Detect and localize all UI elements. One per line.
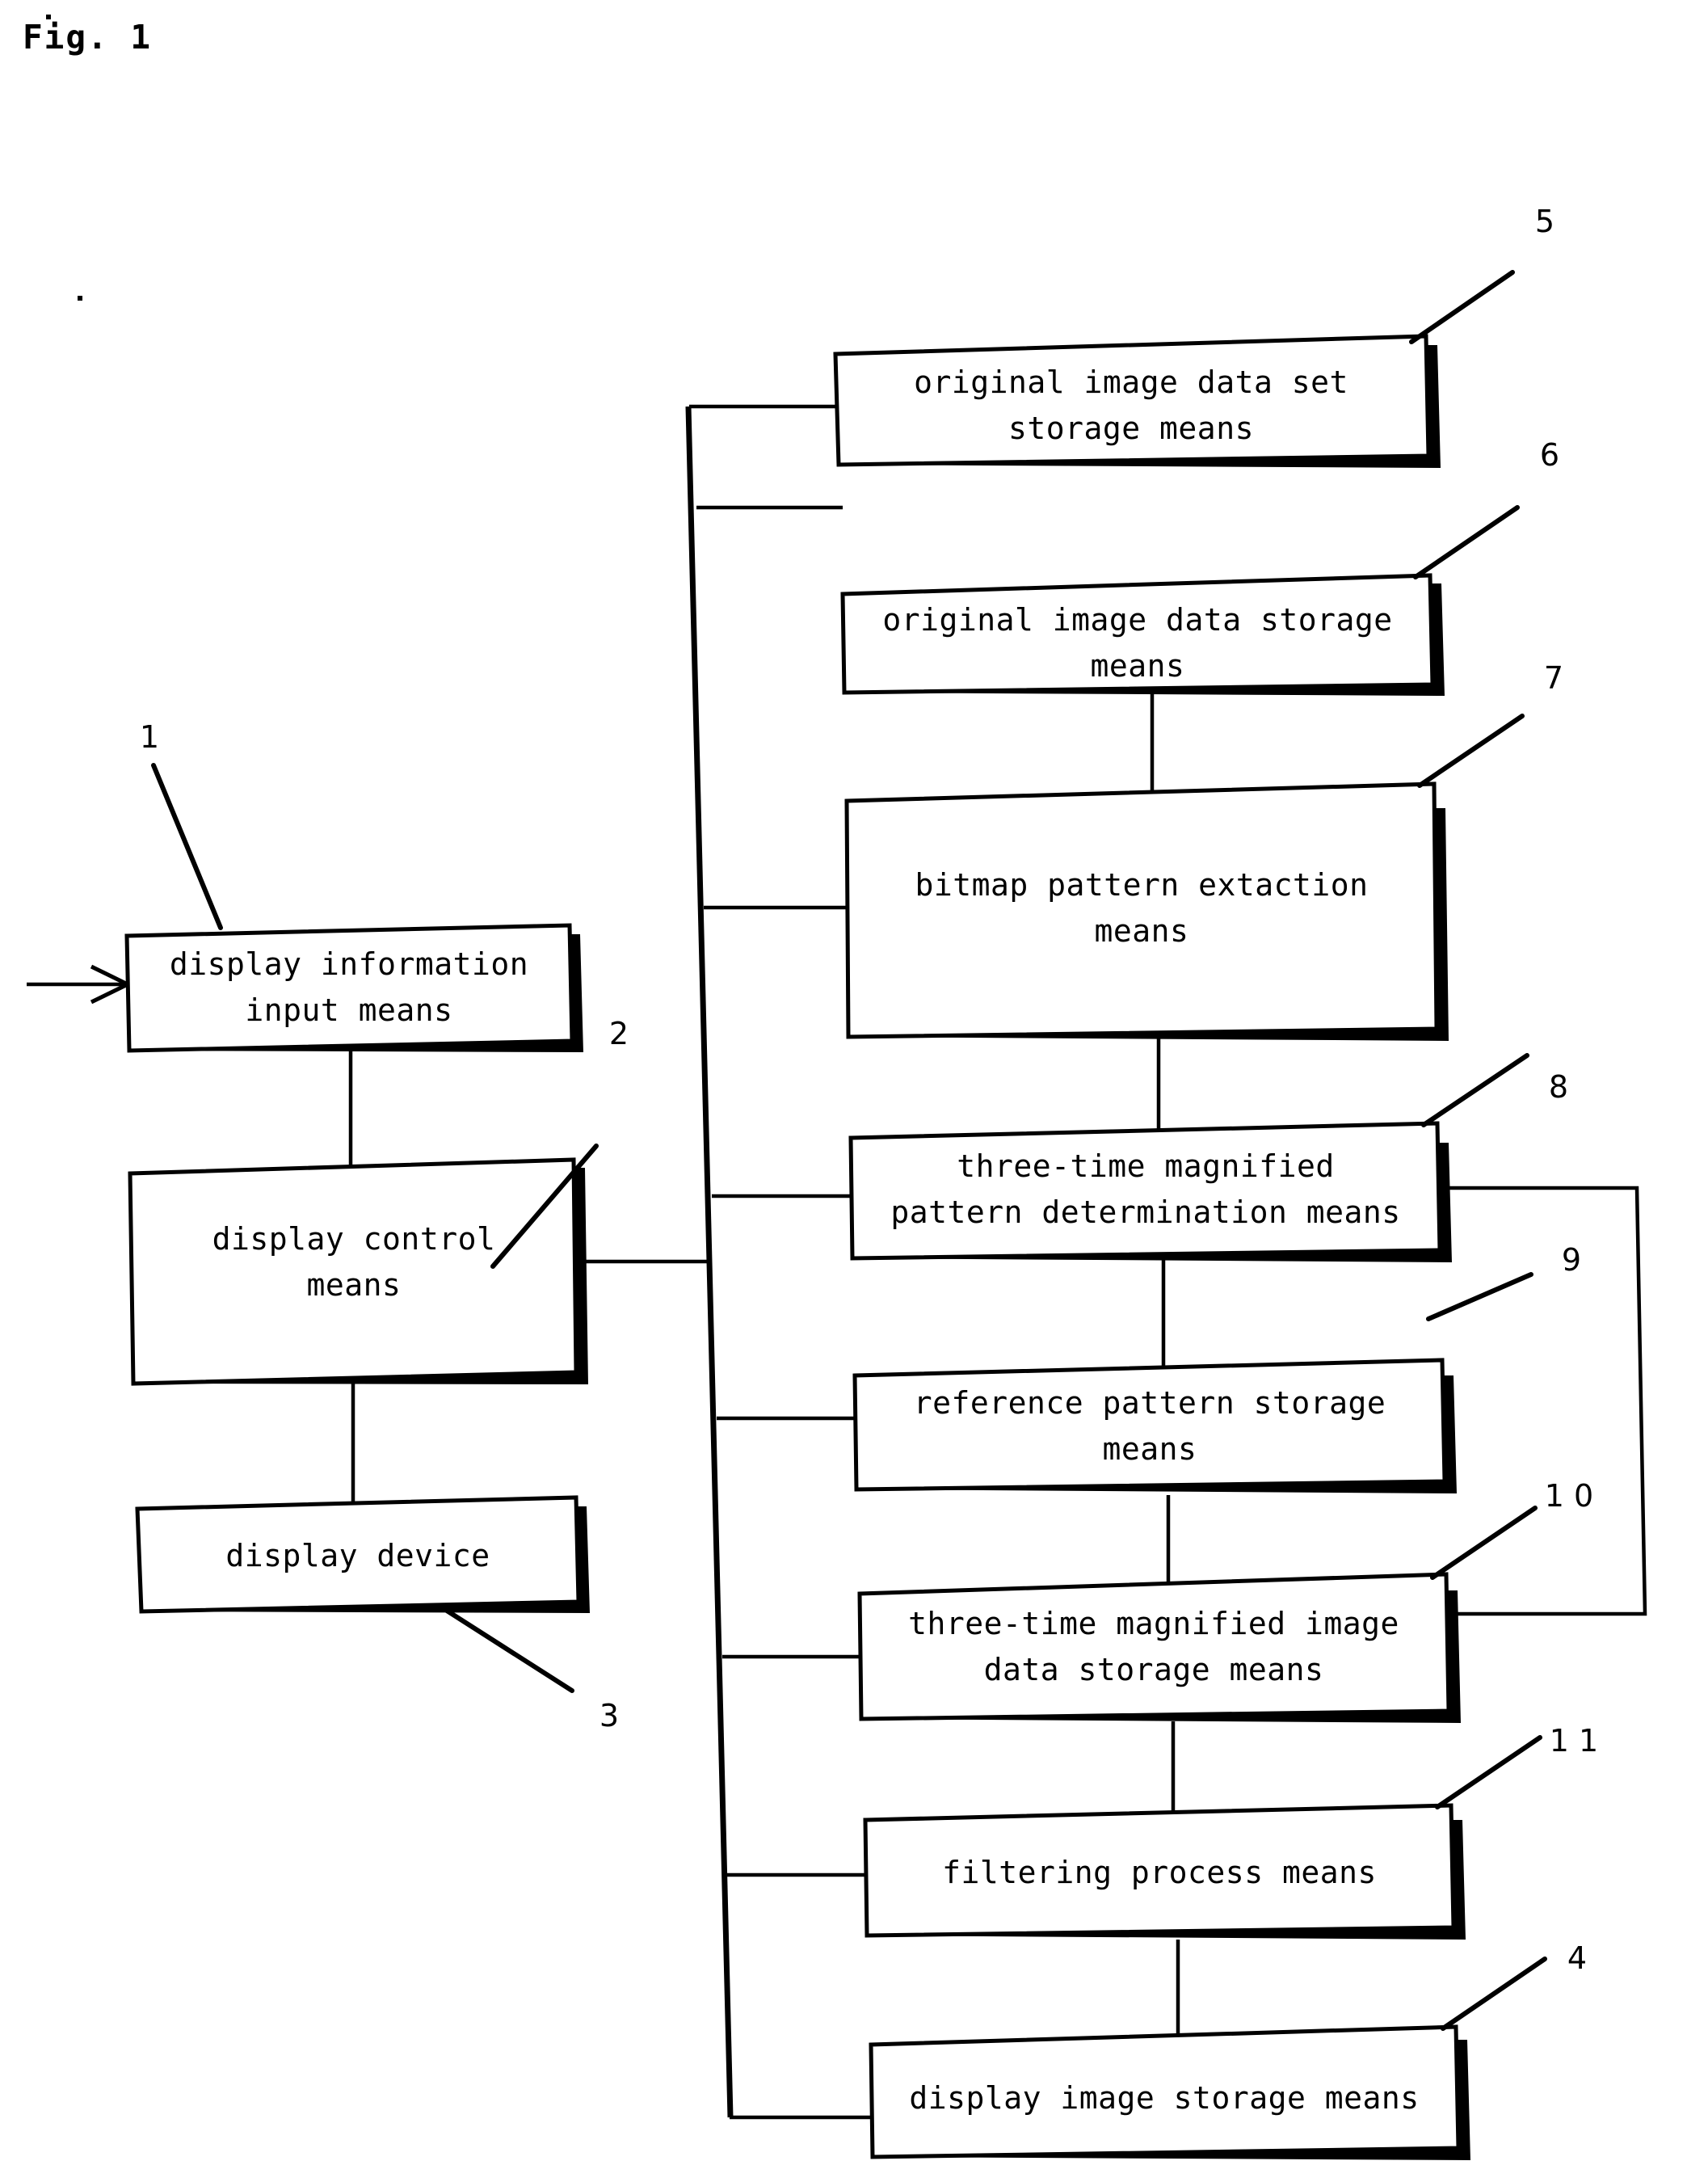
reference-numeral-4: 4 xyxy=(1567,1940,1587,1976)
block-label-line-2: means xyxy=(1103,1431,1197,1467)
reference-numeral-1: 1 xyxy=(140,719,159,755)
block-label-line-1: display control xyxy=(212,1221,496,1257)
reference-numeral-8: 8 xyxy=(1549,1069,1568,1105)
block-label-line-1: original image data storage xyxy=(882,602,1392,638)
reference-numeral-11: 1 1 xyxy=(1550,1723,1598,1759)
reference-numeral-10: 1 0 xyxy=(1545,1478,1593,1514)
block-label-line-1: display device xyxy=(225,1538,490,1573)
reference-numeral-2: 2 xyxy=(609,1016,629,1051)
block-filtering-process-means[interactable]: filtering process means xyxy=(863,1803,1466,1940)
leader-line-10 xyxy=(1430,1506,1538,1580)
block-fill xyxy=(855,1360,1445,1489)
block-label-line-2: means xyxy=(1095,913,1189,949)
block-three-time-magnified-image-data-storage-means[interactable]: three-time magnified image data storage … xyxy=(857,1572,1461,1723)
reference-numeral-3: 3 xyxy=(599,1698,619,1733)
block-label-line-1: reference pattern storage xyxy=(914,1385,1386,1421)
block-label-line-2: means xyxy=(307,1267,402,1303)
block-fill xyxy=(851,1123,1440,1258)
block-label-line-1: display image storage means xyxy=(909,2080,1419,2116)
figure-diagram-canvas: Fig. 1 display information input means d… xyxy=(23,15,1647,2160)
leader-line-11 xyxy=(1435,1735,1542,1809)
block-label-line-1: three-time magnified xyxy=(957,1148,1335,1184)
block-fill xyxy=(847,784,1437,1037)
block-fill xyxy=(127,925,572,1051)
leader-line-6 xyxy=(1413,505,1520,579)
block-bitmap-pattern-extaction-means[interactable]: bitmap pattern extaction means xyxy=(844,781,1449,1041)
block-display-device[interactable]: display device xyxy=(135,1495,590,1614)
block-label-line-2: input means xyxy=(245,992,452,1028)
reference-numeral-6: 6 xyxy=(1540,437,1559,473)
leader-line-4 xyxy=(1441,1957,1547,2031)
block-display-control-means[interactable]: display control means xyxy=(128,1157,588,1386)
block-fill xyxy=(860,1574,1449,1719)
block-display-image-storage-means[interactable]: display image storage means xyxy=(869,2024,1470,2160)
block-label-line-2: data storage means xyxy=(984,1652,1324,1687)
reference-numeral-5: 5 xyxy=(1535,204,1554,239)
block-label-line-2: pattern determination means xyxy=(890,1194,1400,1230)
reference-numeral-7: 7 xyxy=(1544,660,1563,696)
block-original-image-data-set-storage-means[interactable]: original image data set storage means xyxy=(833,334,1441,468)
block-display-information-input-means[interactable]: display information input means xyxy=(124,923,583,1053)
block-label-line-1: display information xyxy=(170,946,528,982)
leader-line-9 xyxy=(1426,1272,1533,1321)
figure-title: Fig. 1 xyxy=(23,18,152,57)
leader-line-8 xyxy=(1421,1053,1529,1127)
block-label-line-1: three-time magnified image xyxy=(908,1606,1399,1641)
leader-line-3 xyxy=(444,1608,574,1693)
block-label-line-2: means xyxy=(1091,648,1185,684)
leader-line-1 xyxy=(151,763,223,930)
block-label-line-1: filtering process means xyxy=(942,1855,1377,1890)
patent-figure-page: Fig. 1 display information input means d… xyxy=(0,0,1708,2182)
reference-numeral-9: 9 xyxy=(1562,1242,1581,1278)
block-reference-pattern-storage-means[interactable]: reference pattern storage means xyxy=(852,1358,1457,1493)
block-three-time-magnified-pattern-determination-means[interactable]: three-time magnified pattern determinati… xyxy=(848,1121,1452,1262)
block-label-line-2: storage means xyxy=(1008,411,1254,446)
block-original-image-data-storage-means[interactable]: original image data storage means xyxy=(840,573,1445,696)
leader-line-5 xyxy=(1409,270,1515,344)
block-label-line-1: bitmap pattern extaction xyxy=(915,867,1368,903)
block-label-line-1: original image data set xyxy=(914,364,1348,400)
scan-speck xyxy=(78,296,82,301)
leader-line-7 xyxy=(1417,714,1525,788)
